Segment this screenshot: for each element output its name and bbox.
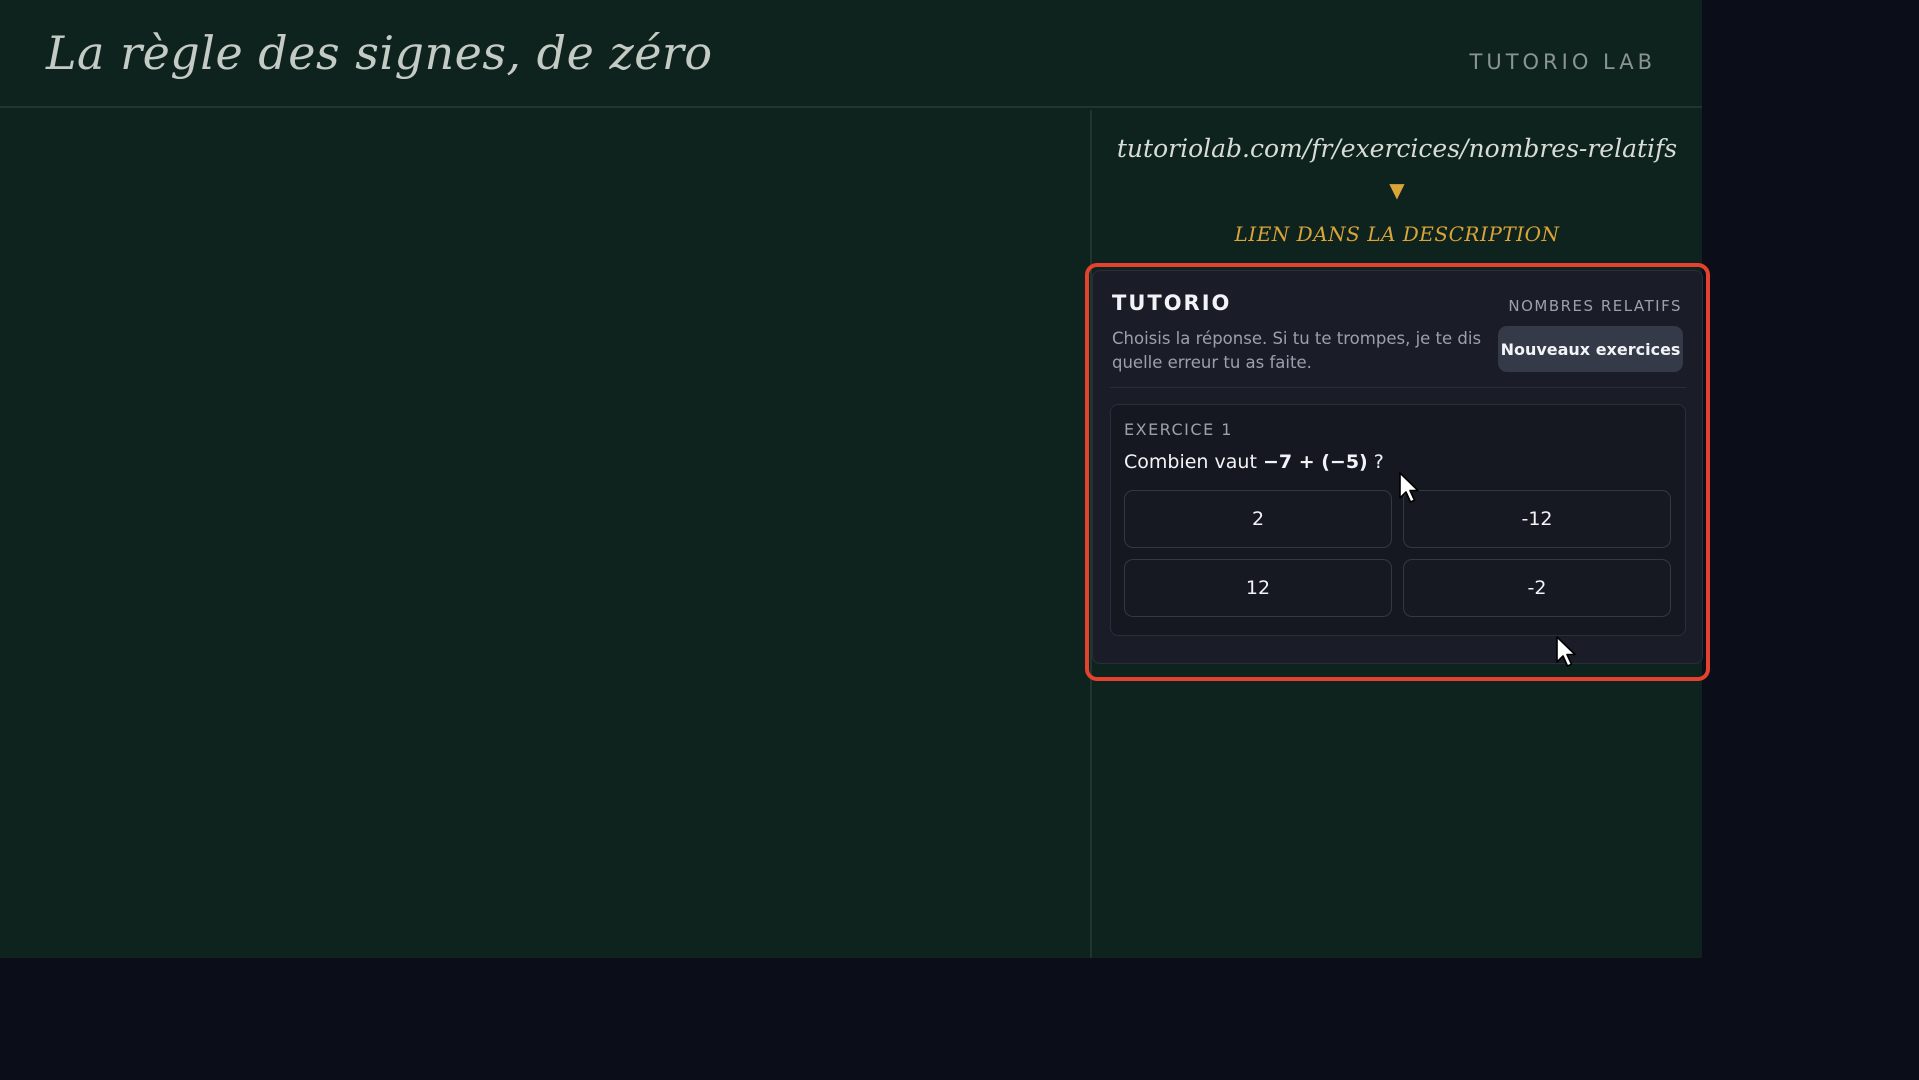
widget-separator xyxy=(1110,387,1686,388)
widget-topic: NOMBRES RELATIFS xyxy=(1508,297,1682,315)
mouse-pointer-icon xyxy=(1556,636,1576,667)
video-stage: La règle des signes, de zéro TUTORIO LAB… xyxy=(0,0,1710,958)
answer-option[interactable]: -2 xyxy=(1403,559,1671,617)
question-suffix: ? xyxy=(1373,451,1384,473)
new-exercises-button[interactable]: Nouveaux exercices xyxy=(1498,326,1683,372)
widget-description: Choisis la réponse. Si tu te trompes, je… xyxy=(1112,329,1482,372)
answer-option[interactable]: 12 xyxy=(1124,559,1392,617)
down-arrow-icon: ▼ xyxy=(1389,178,1405,202)
question-expression: −7 + (−5) xyxy=(1262,451,1368,473)
link-note: LIEN DANS LA DESCRIPTION xyxy=(1234,222,1560,246)
answer-option[interactable]: -12 xyxy=(1403,490,1671,548)
exercise-label: EXERCICE 1 xyxy=(1124,420,1233,439)
exercise-url: tutoriolab.com/fr/exercices/nombres-rela… xyxy=(1116,134,1678,163)
question-prefix: Combien vaut xyxy=(1124,451,1257,473)
mouse-pointer-icon xyxy=(1399,472,1419,503)
answer-option[interactable]: 2 xyxy=(1124,490,1392,548)
page-title: La règle des signes, de zéro xyxy=(46,26,713,80)
brand-logo-text: TUTORIO LAB xyxy=(1469,50,1656,74)
widget-title: TUTORIO xyxy=(1112,291,1232,315)
exercise-question: Combien vaut −7 + (−5) ? xyxy=(1124,451,1384,473)
header: La règle des signes, de zéro TUTORIO LAB xyxy=(0,0,1702,108)
tutorio-widget: TUTORIO NOMBRES RELATIFS Choisis la répo… xyxy=(1092,270,1703,664)
exercise-card: EXERCICE 1 Combien vaut −7 + (−5) ? 2 -1… xyxy=(1110,404,1686,636)
